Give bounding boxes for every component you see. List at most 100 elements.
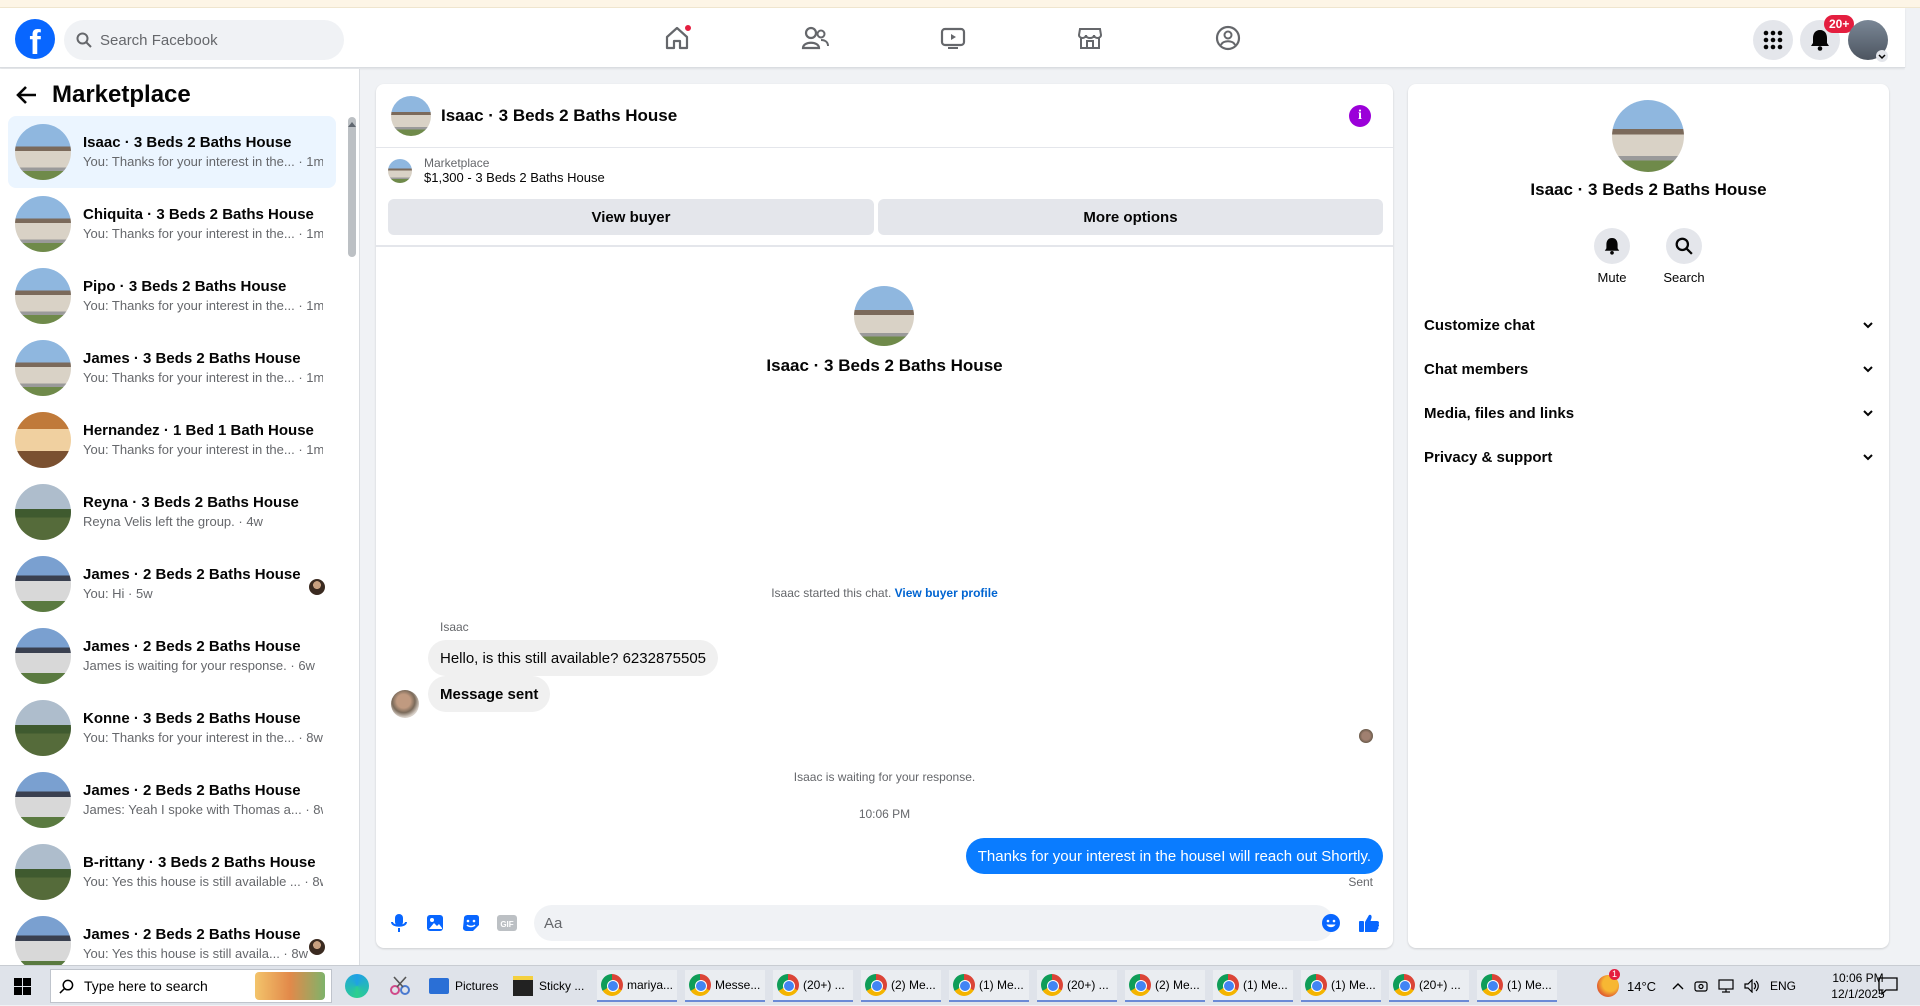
taskbar-search-box[interactable]: Type here to search <box>50 969 332 1003</box>
preview-time: 8w <box>312 874 323 889</box>
nav-friends[interactable] <box>760 16 870 60</box>
privacy-support-row[interactable]: Privacy & support <box>1424 435 1874 479</box>
network-icon[interactable] <box>1718 979 1734 993</box>
taskbar-app-chrome[interactable]: (1) Me... <box>949 970 1029 1002</box>
input-language[interactable]: ENG <box>1770 966 1796 1006</box>
more-options-button[interactable]: More options <box>878 199 1383 235</box>
search-in-chat-action[interactable]: Search <box>1654 228 1714 285</box>
conversation-item[interactable]: B-rittany · 3 Beds 2 Baths House You: Yes… <box>8 836 336 908</box>
listing-banner[interactable]: Marketplace $1,300 - 3 Beds 2 Baths Hous… <box>388 156 605 185</box>
search-icon <box>1675 237 1693 255</box>
conversation-item[interactable]: James · 3 Beds 2 Baths House You: Thanks … <box>8 332 336 404</box>
snipping-tool-icon[interactable] <box>388 974 412 998</box>
windows-taskbar: Type here to search Pictures Sticky ... ma… <box>0 965 1920 1005</box>
incoming-message-1[interactable]: Hello, is this still available? 62328755… <box>428 640 719 676</box>
taskbar-app-folder[interactable]: Pictures <box>425 970 501 1002</box>
chrome-icon <box>689 974 711 996</box>
conversation-title: Hernandez · 1 Bed 1 Bath House <box>83 422 314 439</box>
read-receipt-avatar <box>1359 729 1373 743</box>
emoji-button[interactable] <box>1320 912 1342 934</box>
nav-video[interactable] <box>898 16 1008 60</box>
conversation-title: James · 2 Beds 2 Baths House <box>83 566 301 583</box>
conversation-thumbnail <box>15 340 71 396</box>
weather-widget[interactable]: 1 14°C <box>1597 966 1656 1006</box>
nav-marketplace[interactable] <box>1035 16 1145 60</box>
conversation-item[interactable]: Pipo · 3 Beds 2 Baths House You: Thanks f… <box>8 260 336 332</box>
search-facebook-input[interactable]: Search Facebook <box>64 20 344 60</box>
bell-icon <box>1604 238 1620 255</box>
sidebar-title: Marketplace <box>52 81 191 108</box>
outgoing-message[interactable]: Thanks for your interest in the houseI w… <box>965 838 1383 874</box>
sender-avatar[interactable] <box>391 690 419 718</box>
back-arrow-icon[interactable] <box>16 85 38 105</box>
taskbar-app-sticky[interactable]: Sticky ... <box>509 970 589 1002</box>
preview-time: 1m <box>306 370 323 385</box>
conversation-item[interactable]: Hernandez · 1 Bed 1 Bath House You: Thank… <box>8 404 336 476</box>
taskbar-app-chrome[interactable]: (2) Me... <box>1125 970 1205 1002</box>
meet-now-icon[interactable] <box>1694 979 1708 993</box>
taskbar-app-chrome[interactable]: (20+) ... <box>773 970 853 1002</box>
message-input[interactable]: Aa <box>534 905 1334 941</box>
media-files-links-row[interactable]: Media, files and links <box>1424 391 1874 435</box>
conversation-item[interactable]: Reyna · 3 Beds 2 Baths House Reyna Velis … <box>8 476 336 548</box>
scroll-up-arrow-icon[interactable] <box>347 120 357 128</box>
info-icon[interactable]: i <box>1349 105 1371 127</box>
conversation-item[interactable]: Chiquita · 3 Beds 2 Baths House You: Than… <box>8 188 336 260</box>
conversation-item[interactable]: James · 2 Beds 2 Baths House James: Yeah … <box>8 764 336 836</box>
taskbar-app-chrome[interactable]: mariya... <box>597 970 677 1002</box>
menu-button[interactable] <box>1753 20 1793 60</box>
view-buyer-button[interactable]: View buyer <box>388 199 874 235</box>
conversation-thumbnail <box>15 556 71 612</box>
chat-title[interactable]: Isaac · 3 Beds 2 Baths House <box>441 106 677 126</box>
like-button[interactable] <box>1358 912 1380 934</box>
taskbar-app-label: (2) Me... <box>891 978 936 992</box>
conversation-preview: You: Thanks for your interest in the... … <box>83 370 323 385</box>
taskbar-app-chrome[interactable]: Messe... <box>685 970 765 1002</box>
waiting-notice: Isaac is waiting for your response. <box>793 770 976 784</box>
conversation-preview: You: Thanks for your interest in the... … <box>83 442 323 457</box>
taskbar-app-chrome[interactable]: (1) Me... <box>1301 970 1381 1002</box>
conversation-title: B-rittany · 3 Beds 2 Baths House <box>83 854 316 871</box>
page-scrollbar[interactable] <box>1905 68 1920 965</box>
attach-photo-button[interactable] <box>424 912 446 934</box>
conversation-item[interactable]: James · 2 Beds 2 Baths House You: Hi · 5w <box>8 548 336 620</box>
nav-home[interactable] <box>622 16 732 60</box>
facebook-logo[interactable]: f <box>15 19 55 59</box>
edge-browser-icon[interactable] <box>345 974 369 998</box>
chat-header-avatar[interactable] <box>391 95 431 136</box>
sticker-button[interactable] <box>460 912 482 934</box>
taskbar-app-chrome[interactable]: (1) Me... <box>1213 970 1293 1002</box>
volume-icon[interactable] <box>1744 979 1760 993</box>
chat-members-row[interactable]: Chat members <box>1424 347 1874 391</box>
preview-text: You: Thanks for your interest in the... <box>83 226 295 241</box>
conversation-item[interactable]: Konne · 3 Beds 2 Baths House You: Thanks … <box>8 692 336 764</box>
top-navbar: f Search Facebook 20+ <box>0 8 1905 68</box>
marketplace-icon <box>1077 28 1103 49</box>
voice-clip-button[interactable] <box>388 912 410 934</box>
conversation-title: Konne · 3 Beds 2 Baths House <box>83 710 301 727</box>
windows-start-icon[interactable] <box>14 978 31 995</box>
taskbar-app-label: (20+) ... <box>1419 978 1461 992</box>
taskbar-app-chrome[interactable]: (1) Me... <box>1477 970 1557 1002</box>
chrome-icon <box>1041 974 1063 996</box>
preview-text: You: Thanks for your interest in the... <box>83 730 295 745</box>
sidebar-scrollbar[interactable] <box>348 117 356 257</box>
taskbar-app-chrome[interactable]: (20+) ... <box>1037 970 1117 1002</box>
notification-center-icon[interactable] <box>1878 977 1898 995</box>
conversation-item[interactable]: Isaac · 3 Beds 2 Baths House You: Thanks … <box>8 116 336 188</box>
nav-groups[interactable] <box>1173 16 1283 60</box>
chevron-up-icon[interactable] <box>1672 982 1684 990</box>
taskbar-app-chrome[interactable]: (20+) ... <box>1389 970 1469 1002</box>
clock-time: 10:06 PM <box>1832 971 1884 985</box>
incoming-message-2[interactable]: Message sent <box>428 676 551 712</box>
preview-text: You: Yes this house is still availa... <box>83 946 280 961</box>
taskbar-app-label: (20+) ... <box>1067 978 1109 992</box>
account-chevron-icon[interactable] <box>1876 50 1888 62</box>
gif-button[interactable]: GIF <box>496 912 518 934</box>
mute-action[interactable]: Mute <box>1582 228 1642 285</box>
taskbar-app-chrome[interactable]: (2) Me... <box>861 970 941 1002</box>
chat-members-label: Chat members <box>1424 360 1529 378</box>
conversation-item[interactable]: James · 2 Beds 2 Baths House James is wai… <box>8 620 336 692</box>
customize-chat-row[interactable]: Customize chat <box>1424 303 1874 347</box>
view-buyer-profile-link[interactable]: View buyer profile <box>895 586 998 600</box>
